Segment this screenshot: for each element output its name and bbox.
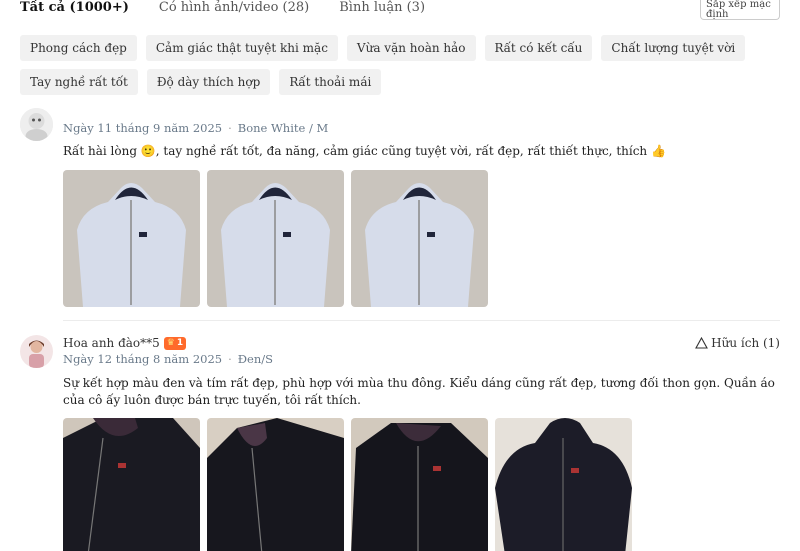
review-meta: Ngày 11 tháng 9 năm 2025 · Bone White / M <box>63 121 329 135</box>
review-card: Ngày 11 tháng 9 năm 2025 · Bone White / M … <box>20 100 785 310</box>
member-badge: ♛ 1 <box>163 336 187 350</box>
tab-comments[interactable]: Bình luận (3) <box>339 0 425 18</box>
chip-stylish[interactable]: Phong cách đẹp <box>20 35 137 61</box>
chip-thickness[interactable]: Độ dày thích hợp <box>146 69 271 95</box>
chip-comfortable[interactable]: Rất thoải mái <box>279 69 382 95</box>
triangle-up-icon <box>695 337 709 349</box>
chip-great-quality[interactable]: Chất lượng tuyệt vời <box>601 35 746 61</box>
review-photos <box>63 418 632 551</box>
helpful-button[interactable]: Hữu ích (1) <box>695 336 780 350</box>
review-date: Ngày 11 tháng 9 năm 2025 <box>63 121 223 135</box>
review-divider <box>63 320 780 321</box>
chip-workmanship[interactable]: Tay nghề rất tốt <box>20 69 138 95</box>
review-photo[interactable] <box>207 170 344 307</box>
chip-textured[interactable]: Rất có kết cấu <box>484 35 593 61</box>
review-photo[interactable] <box>351 170 488 307</box>
crown-icon: ♛ <box>166 338 175 348</box>
review-photo[interactable] <box>351 418 488 551</box>
review-photo[interactable] <box>63 418 200 551</box>
reviewer-name: Hoa anh đào**5 ♛ 1 <box>63 336 187 350</box>
review-card: Hoa anh đào**5 ♛ 1 Hữu ích (1) Ngày 12 th… <box>20 333 785 551</box>
tab-with-media[interactable]: Có hình ảnh/video (28) <box>159 0 309 18</box>
review-meta: Ngày 12 tháng 8 năm 2025 · Đen/S <box>63 352 273 366</box>
review-photo[interactable] <box>495 418 632 551</box>
review-variant: Đen/S <box>237 352 273 366</box>
chip-perfect-fit[interactable]: Vừa vặn hoàn hảo <box>346 35 476 61</box>
chip-feels-great[interactable]: Cảm giác thật tuyệt khi mặc <box>145 35 338 61</box>
review-variant: Bone White / M <box>237 121 329 135</box>
review-tabs: Tất cả (1000+) Có hình ảnh/video (28) Bì… <box>20 0 425 18</box>
review-photos <box>63 170 488 307</box>
review-photo[interactable] <box>63 170 200 307</box>
avatar[interactable] <box>20 335 53 368</box>
avatar[interactable] <box>20 108 53 141</box>
sort-dropdown[interactable]: Sắp xếp mặc định <box>700 0 780 20</box>
review-text: Sự kết hợp màu đen và tím rất đẹp, phù h… <box>63 376 775 407</box>
review-photo[interactable] <box>207 418 344 551</box>
review-text: Rất hài lòng 🙂, tay nghề rất tốt, đa năn… <box>63 144 666 158</box>
tag-chips: Phong cách đẹp Cảm giác thật tuyệt khi m… <box>20 35 780 95</box>
tab-all[interactable]: Tất cả (1000+) <box>20 0 129 18</box>
review-date: Ngày 12 tháng 8 năm 2025 <box>63 352 223 366</box>
